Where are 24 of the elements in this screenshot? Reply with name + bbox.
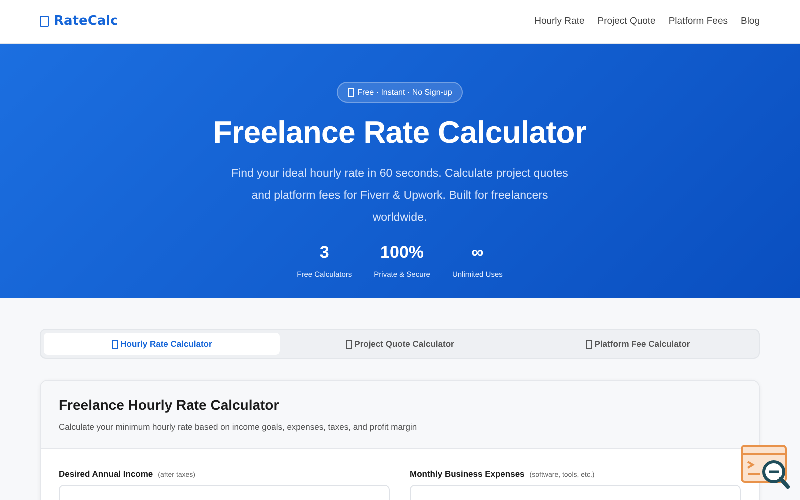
stat-value: ∞ <box>472 243 484 263</box>
card-title: Freelance Hourly Rate Calculator <box>59 397 280 413</box>
calculator-tab[interactable]: Hourly Rate Calculator <box>44 333 280 355</box>
field-label: Monthly Business Expenses <box>410 469 525 479</box>
field-label: Desired Annual Income <box>59 469 154 479</box>
nav-link[interactable]: Project Quote <box>598 16 656 27</box>
square-icon <box>346 340 352 350</box>
calculator-icon <box>40 16 49 27</box>
calculator-tab[interactable]: Platform Fee Calculator <box>520 333 756 355</box>
square-icon <box>348 88 354 97</box>
square-icon <box>112 340 118 350</box>
nav-link[interactable]: Hourly Rate <box>534 16 585 27</box>
nav-link[interactable]: Platform Fees <box>668 16 728 27</box>
hero-subtitle: Find your ideal hourly rate in 60 seconds. Calculate project quotes and platform fees for Fiverr & Upwork. Built for freelancers worldwide. <box>230 167 570 226</box>
stat-value: 100% <box>380 243 424 263</box>
logo-link[interactable]: RateCalc <box>40 14 118 29</box>
hero-title: Freelance Rate Calculator <box>213 115 587 151</box>
nav-link[interactable]: Blog <box>740 16 760 27</box>
feature-badge: Free · Instant · No Sign-up <box>336 82 464 103</box>
search-widget-icon[interactable] <box>741 445 791 489</box>
card-description: Calculate your minimum hourly rate based on income goals, expenses, taxes, and profit margin <box>59 422 418 432</box>
calculator-tab[interactable]: Project Quote Calculator <box>282 333 518 355</box>
stat-value: 3 <box>320 243 330 263</box>
square-icon <box>586 340 592 350</box>
